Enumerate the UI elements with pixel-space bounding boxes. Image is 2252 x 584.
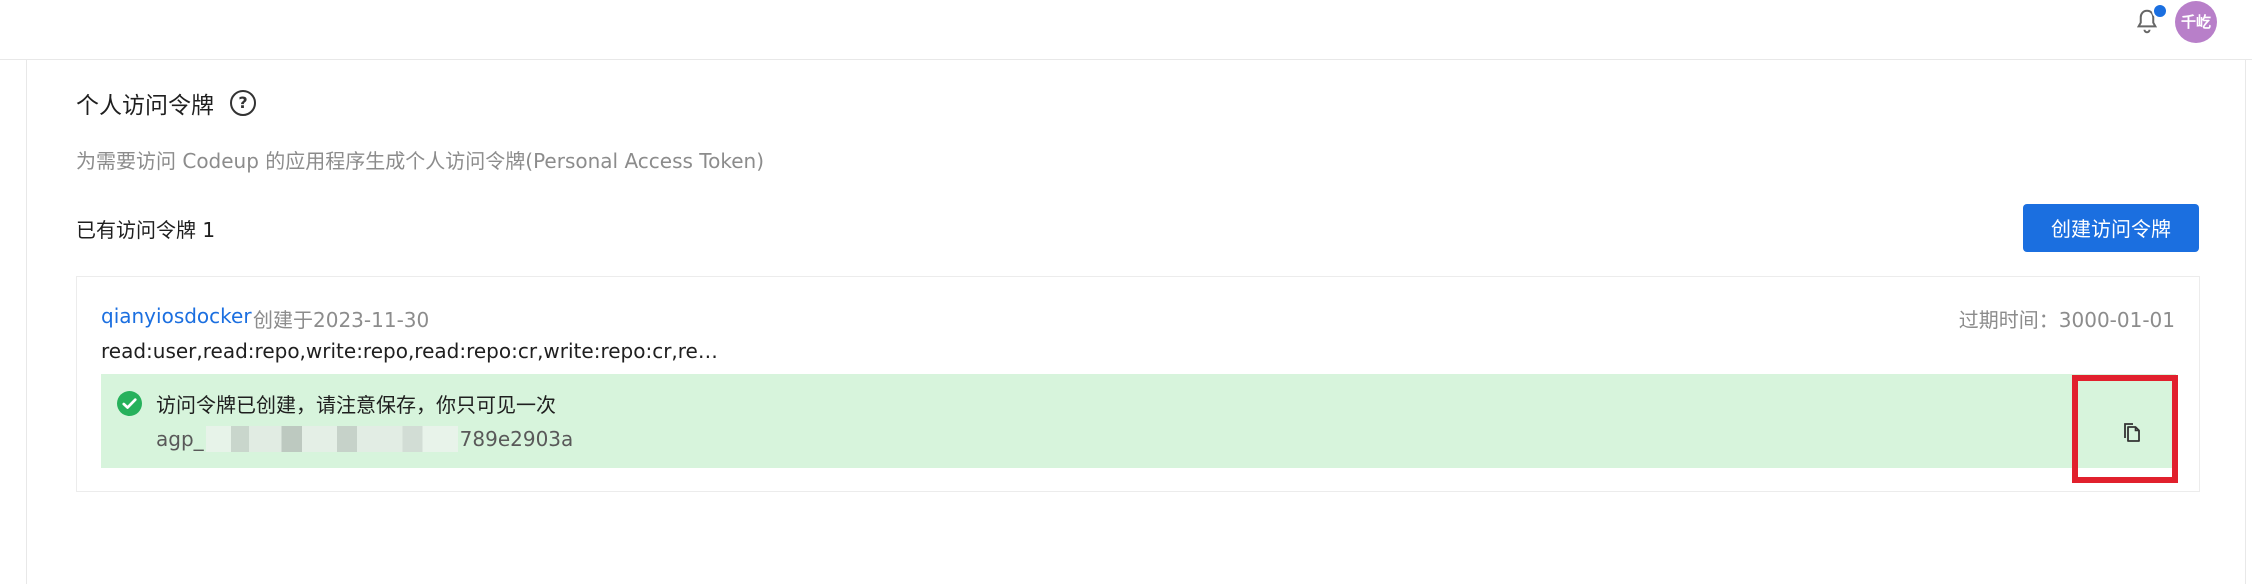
token-name-link[interactable]: qianyiosdocker	[101, 304, 252, 328]
page-title: 个人访问令牌	[76, 93, 214, 119]
notification-dot	[2152, 3, 2168, 19]
token-created-date: 创建于2023-11-30	[253, 308, 430, 332]
left-divider	[26, 60, 27, 584]
token-card: qianyiosdocker 创建于2023-11-30 过期时间：3000-0…	[76, 276, 2200, 492]
token-scopes: read:user,read:repo,write:repo,read:repo…	[101, 339, 718, 363]
check-circle-icon	[117, 391, 142, 416]
copy-token-button[interactable]	[2072, 375, 2178, 483]
question-circle-icon[interactable]: ?	[230, 90, 256, 116]
notification-button[interactable]	[2132, 3, 2168, 37]
token-value[interactable]: agp_ 789e2903a	[156, 426, 573, 452]
create-token-button[interactable]: 创建访问令牌	[2023, 204, 2199, 252]
token-expire-date: 过期时间：3000-01-01	[1958, 308, 2175, 332]
top-bar: 千屹	[0, 0, 2252, 60]
token-value-mask	[205, 426, 458, 452]
right-divider	[2245, 60, 2246, 584]
notice-title: 访问令牌已创建，请注意保存，你只可见一次	[156, 393, 556, 417]
token-created-notice: 访问令牌已创建，请注意保存，你只可见一次 agp_ 789e2903a	[101, 374, 2176, 468]
token-count: 已有访问令牌 1	[76, 218, 216, 242]
page-description: 为需要访问 Codeup 的应用程序生成个人访问令牌(Personal Acce…	[76, 149, 764, 173]
token-value-suffix: 789e2903a	[459, 427, 574, 451]
token-value-prefix: agp_	[156, 427, 204, 451]
copy-icon	[2124, 423, 2140, 442]
avatar[interactable]: 千屹	[2175, 1, 2217, 43]
